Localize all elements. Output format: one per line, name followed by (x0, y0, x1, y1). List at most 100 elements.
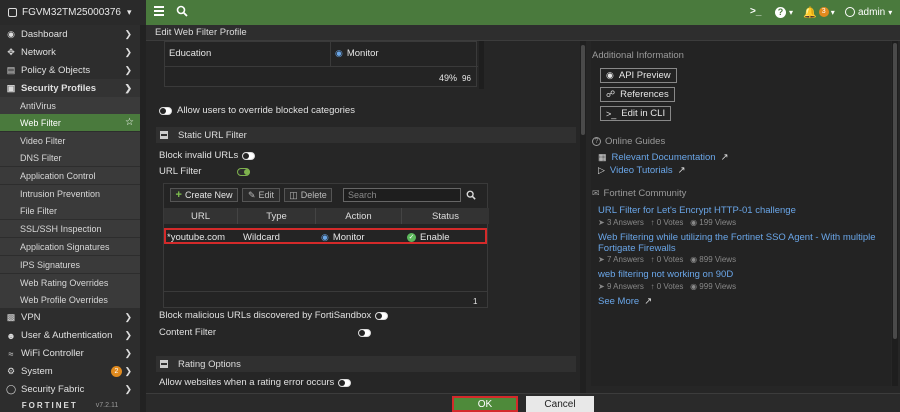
sidebar-item-label: WiFi Controller (21, 348, 84, 359)
sidebar-item-system[interactable]: ⚙ System 2 ❯ (0, 363, 140, 380)
device-selector[interactable]: FGVM32TM25000376 ▾ (0, 0, 146, 25)
sidebar-subitem-web-profile-overrides[interactable]: Web Profile Overrides (0, 291, 140, 308)
rating-error-option: Allow websites when a rating error occur… (159, 377, 352, 388)
block-invalid-toggle[interactable] (242, 151, 256, 160)
column-header-type[interactable]: Type (238, 208, 316, 224)
url-filter-toggle[interactable] (237, 167, 251, 176)
form-area: Education ◉ Monitor 49% 96 Allow users t… (146, 41, 586, 393)
sidebar-subitem-ips-signatures[interactable]: IPS Signatures (0, 256, 140, 273)
sidebar-subitem-application-signatures[interactable]: Application Signatures (0, 238, 140, 255)
form-scrollbar-thumb[interactable] (581, 45, 585, 135)
rating-options-header[interactable]: Rating Options (156, 356, 576, 372)
community-post-link-continued[interactable]: Fortigate Firewalls (598, 243, 676, 254)
relevant-documentation-link[interactable]: ▦ Relevant Documentation ↗ (598, 152, 729, 163)
block-malicious-label: Block malicious URLs discovered by Forti… (159, 310, 372, 321)
sidebar-item-network[interactable]: ✥ Network ❯ (0, 44, 140, 61)
search-icon[interactable] (176, 5, 188, 17)
community-post-link[interactable]: Web Filtering while utilizing the Fortin… (598, 232, 876, 243)
category-percent: 49% (439, 73, 458, 83)
help-icon[interactable]: ? ▾ (775, 6, 805, 18)
search-input[interactable]: Search (343, 188, 461, 202)
sidebar-item-vpn[interactable]: ▩ VPN ❯ (0, 309, 140, 326)
edit-button[interactable]: ✎ Edit (242, 188, 280, 202)
sidebar-subitem-application-control[interactable]: Application Control (0, 167, 140, 184)
url-filter-table: + Create New ✎ Edit ◫ Delete Search URL Typ… (163, 183, 489, 308)
info-panel-scrollbar-thumb[interactable] (893, 43, 897, 339)
api-preview-button[interactable]: ◉ API Preview (600, 68, 677, 83)
video-tutorials-link[interactable]: ▷ Video Tutorials ↗ (598, 165, 686, 176)
chevron-right-icon: ❯ (124, 384, 132, 394)
sidebar-item-wifi-controller[interactable]: ≈ WiFi Controller ❯ (0, 345, 140, 362)
sidebar-subitem-web-filter[interactable]: Web Filter ☆ (0, 114, 140, 131)
block-malicious-toggle[interactable] (375, 311, 389, 320)
notifications-bell[interactable]: 🔔 3 ▾ (803, 5, 839, 19)
online-guides-label: Online Guides (605, 136, 666, 147)
sidebar-item-security-profiles[interactable]: ▣ Security Profiles ❯ (0, 79, 140, 97)
sidebar-subitem-label: Web Rating Overrides (20, 277, 109, 288)
additional-info-heading: Additional Information (592, 50, 684, 61)
user-name: admin (858, 6, 886, 18)
content-filter-option: Content Filter (159, 327, 371, 338)
sidebar-item-policy-objects[interactable]: ▤ Policy & Objects ❯ (0, 62, 140, 79)
views-count: 999 Views (699, 282, 737, 291)
search-icon[interactable] (463, 188, 479, 202)
table-row[interactable]: *youtube.com Wildcard ◉ Monitor ✓ Enable (164, 228, 487, 244)
network-icon: ✥ (7, 47, 15, 57)
star-icon[interactable]: ☆ (125, 117, 134, 128)
references-button[interactable]: ☍ References (600, 87, 675, 102)
sidebar-subitem-label: Web Profile Overrides (20, 294, 108, 305)
sidebar-subitem-intrusion-prevention[interactable]: Intrusion Prevention (0, 185, 140, 202)
community-post-meta: ➤ 7 Answers ↑ 0 Votes ◉ 899 Views (598, 255, 737, 264)
device-icon (8, 8, 17, 17)
info-panel-scrollbar[interactable] (892, 41, 898, 386)
column-header-url[interactable]: URL (164, 208, 238, 224)
column-header-action[interactable]: Action (316, 208, 402, 224)
content-filter-toggle[interactable] (358, 328, 371, 337)
user-menu[interactable]: admin ▾ (845, 6, 897, 18)
rating-error-label: Allow websites when a rating error occur… (159, 377, 335, 388)
sidebar-subitem-ssl-ssh-inspection[interactable]: SSL/SSH Inspection (0, 220, 140, 237)
gear-icon: ⚙ (6, 366, 16, 376)
category-action[interactable]: ◉ Monitor (335, 46, 379, 60)
monitor-icon: ▩ (6, 312, 16, 322)
category-name: Education (169, 47, 212, 59)
edit-in-cli-button[interactable]: >_ Edit in CLI (600, 106, 672, 121)
override-toggle[interactable] (159, 106, 172, 115)
votes-count: 0 Votes (656, 282, 684, 291)
sidebar-subitem-web-rating-overrides[interactable]: Web Rating Overrides (0, 274, 140, 291)
see-more-link[interactable]: See More ↗ (598, 296, 652, 307)
sidebar-subitem-file-filter[interactable]: File Filter (0, 202, 140, 219)
sidebar-subitem-label: AntiVirus (20, 100, 56, 111)
views-count: 899 Views (699, 255, 737, 264)
sidebar-item-security-fabric[interactable]: ◯ Security Fabric ❯ (0, 381, 140, 398)
create-new-button[interactable]: + Create New (170, 188, 238, 202)
hamburger-icon[interactable] (154, 6, 164, 16)
community-post-link[interactable]: web filtering not working on 90D (598, 269, 733, 280)
static-url-filter-header[interactable]: Static URL Filter (156, 127, 576, 143)
cli-console-icon[interactable]: >_ (750, 6, 761, 17)
sidebar-item-dashboard[interactable]: ◉ Dashboard ❯ (0, 26, 140, 43)
status-cell: ✓ Enable (407, 230, 450, 244)
category-action-label: Monitor (346, 47, 379, 59)
policy-icon: ▤ (6, 65, 16, 75)
section-title: Rating Options (178, 358, 241, 370)
user-avatar-icon (845, 7, 855, 17)
ok-button[interactable]: OK (452, 396, 518, 412)
category-table-scrollbar[interactable] (479, 41, 484, 89)
sidebar-item-label: Security Profiles (21, 82, 96, 94)
sidebar-subitem-video-filter[interactable]: Video Filter (0, 132, 140, 149)
video-tutorials-label: Video Tutorials (609, 165, 673, 176)
collapse-icon (160, 131, 168, 139)
external-link-icon: ↗ (677, 165, 686, 176)
delete-button[interactable]: ◫ Delete (284, 188, 332, 202)
sidebar-subitem-dns-filter[interactable]: DNS Filter (0, 149, 140, 166)
cancel-button[interactable]: Cancel (526, 396, 594, 412)
check-circle-icon: ✓ (407, 232, 416, 242)
sidebar-item-user-authentication[interactable]: ☻ User & Authentication ❯ (0, 327, 140, 344)
sidebar: ◉ Dashboard ❯ ✥ Network ❯ ▤ Policy & Objects ❯… (0, 25, 140, 412)
column-header-status[interactable]: Status (402, 208, 489, 224)
community-label: Fortinet Community (603, 188, 687, 199)
sidebar-subitem-antivirus[interactable]: AntiVirus (0, 97, 140, 114)
rating-error-toggle[interactable] (338, 378, 352, 387)
community-post-link[interactable]: URL Filter for Let's Encrypt HTTP-01 cha… (598, 205, 796, 216)
